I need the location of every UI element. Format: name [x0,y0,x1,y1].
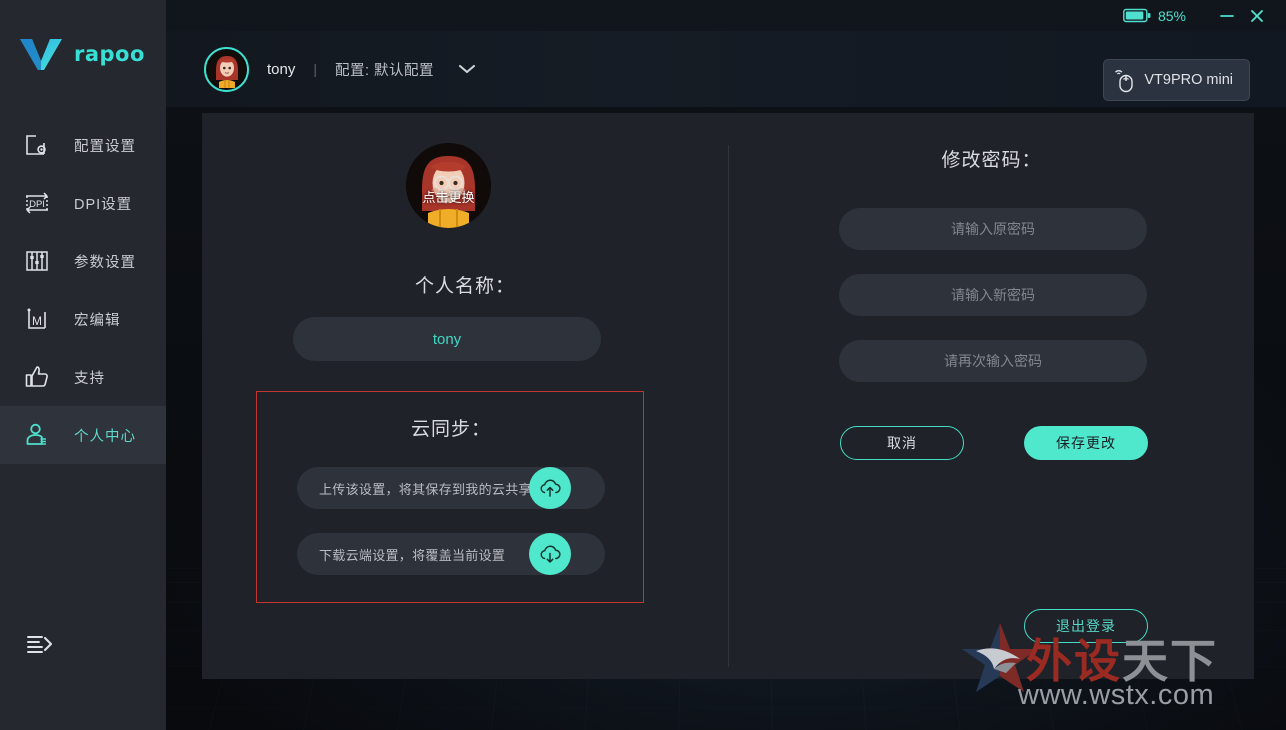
sidebar-item-label: DPI设置 [74,196,133,213]
sidebar: rapoo 配置设置 DPI DPI设置 参数设置 M 宏编辑 支持 个人中心 [0,0,166,730]
sidebar-nav: 配置设置 DPI DPI设置 参数设置 M 宏编辑 支持 个人中心 [0,116,166,464]
cloud-upload-label: 上传该设置，将其保存到我的云共享 [319,481,532,497]
svg-text:M: M [32,314,42,328]
battery-indicator: 85% [1123,8,1186,24]
password-section-title: 修改密码： [729,145,1254,172]
sidebar-item-dpi-settings[interactable]: DPI DPI设置 [0,174,166,232]
battery-icon [1123,8,1151,23]
sidebar-item-user-account[interactable]: 个人中心 [0,406,166,464]
cloud-sync-title-text: 云同步： [410,419,491,440]
user-account-icon [22,420,52,450]
password-column: 修改密码： 取消 保存更改 退出登录 [729,113,1254,679]
brand-logo: rapoo [0,30,166,78]
new-password-field[interactable] [839,274,1147,316]
save-changes-button[interactable]: 保存更改 [1024,426,1148,460]
parameter-settings-icon [22,246,52,276]
main-panel: 点击更换 个人名称： 云同步： 上传该设置，将其保存到我的云共享 [202,113,1254,679]
profile-name-title-text: 个人名称： [414,276,515,297]
brand-name: rapoo [74,42,145,66]
sidebar-item-macro-edit[interactable]: M 宏编辑 [0,290,166,348]
topbar-username: tony [267,60,296,78]
app-window: rapoo 配置设置 DPI DPI设置 参数设置 M 宏编辑 支持 个人中心 … [0,0,1286,730]
cloud-download-icon [540,545,561,563]
sidebar-item-label: 个人中心 [74,428,136,445]
close-button[interactable] [1242,1,1272,31]
sidebar-item-label: 配置设置 [74,138,136,155]
connected-device-badge[interactable]: VT9PRO mini [1103,59,1250,101]
window-titlebar: 85% [166,0,1286,31]
chevron-down-icon[interactable] [456,62,478,76]
cloud-upload-button[interactable] [529,467,571,509]
minimize-button[interactable] [1212,1,1242,31]
avatar-change-caption: 点击更换 [422,190,475,205]
confirm-password-field[interactable] [839,340,1147,382]
topbar-profile-label: 配置: 默认配置 [335,62,435,79]
password-section-title-text: 修改密码： [941,150,1042,171]
thumbs-up-support-icon [22,362,52,392]
sidebar-item-label: 支持 [74,370,105,387]
macro-edit-icon: M [22,304,52,334]
profile-settings-icon [22,130,52,160]
cloud-upload-icon [540,479,561,497]
sidebar-item-support[interactable]: 支持 [0,348,166,406]
device-name-label: VT9PRO mini [1144,72,1233,88]
dpi-settings-icon: DPI [22,188,52,218]
profile-name-input[interactable] [293,317,601,361]
logout-button[interactable]: 退出登录 [1024,609,1148,643]
sidebar-item-label: 参数设置 [74,254,136,271]
cloud-download-button[interactable] [529,533,571,575]
sidebar-item-profile-settings[interactable]: 配置设置 [0,116,166,174]
sidebar-item-label: 宏编辑 [74,312,121,329]
old-password-field[interactable] [839,208,1147,250]
battery-level-label: 85% [1157,7,1186,24]
rapoo-v-logo-icon [20,39,62,70]
user-avatar [207,50,246,88]
cancel-button[interactable]: 取消 [840,426,964,460]
wireless-mouse-icon [1115,70,1134,93]
profile-avatar[interactable]: 点击更换 [406,143,491,228]
cloud-download-label: 下载云端设置，将覆盖当前设置 [319,547,506,563]
cloud-sync-title: 云同步： [257,414,645,441]
cloud-sync-section: 云同步： 上传该设置，将其保存到我的云共享 下载云端设置，将覆盖当前设置 [256,391,644,603]
user-avatar-large [406,143,491,228]
collapse-sidebar-icon[interactable] [22,626,58,662]
svg-text:DPI: DPI [29,199,45,210]
topbar-avatar[interactable] [204,46,249,92]
topbar-separator: | [313,61,317,77]
profile-name-title: 个人名称： [202,271,728,298]
sidebar-item-parameter-settings[interactable]: 参数设置 [0,232,166,290]
profile-column: 点击更换 个人名称： 云同步： 上传该设置，将其保存到我的云共享 [202,113,728,679]
